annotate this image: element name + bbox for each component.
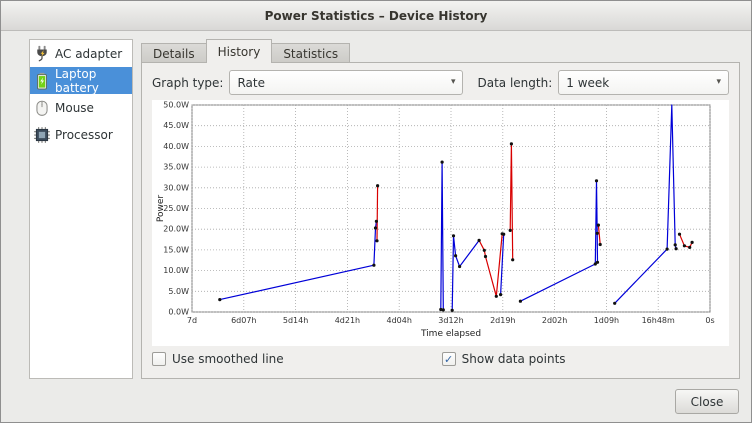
svg-text:10.0W: 10.0W — [163, 266, 189, 275]
svg-text:25.0W: 25.0W — [163, 204, 189, 213]
close-button[interactable]: Close — [675, 389, 739, 414]
svg-text:35.0W: 35.0W — [163, 163, 189, 172]
device-label: Mouse — [55, 101, 94, 115]
svg-text:5.0W: 5.0W — [168, 287, 189, 296]
data-length-value: 1 week — [566, 76, 609, 90]
use-smoothed-line-label: Use smoothed line — [172, 352, 284, 366]
sidebar-item-ac-adapter[interactable]: AC adapter — [30, 40, 132, 67]
checkbox-box[interactable] — [152, 352, 166, 366]
data-length-label: Data length: — [477, 76, 552, 90]
svg-text:2d19h: 2d19h — [490, 316, 515, 325]
graph-type-label: Graph type: — [152, 76, 223, 90]
chevron-down-icon: ▾ — [716, 78, 721, 87]
graph-type-value: Rate — [237, 76, 265, 90]
svg-text:Power: Power — [156, 195, 166, 223]
svg-text:6d07h: 6d07h — [231, 316, 256, 325]
tab-history[interactable]: History — [206, 39, 273, 63]
show-data-points-checkbox[interactable]: ✓ Show data points — [442, 352, 566, 366]
svg-text:3d12h: 3d12h — [438, 316, 463, 325]
chart-options: Use smoothed line ✓ Show data points — [152, 352, 729, 366]
show-data-points-label: Show data points — [462, 352, 566, 366]
sidebar-item-laptop-battery[interactable]: Laptop battery — [30, 67, 132, 94]
notebook: DetailsHistoryStatistics Graph type: Rat… — [141, 39, 740, 379]
svg-text:0.0W: 0.0W — [168, 308, 189, 317]
window-title: Power Statistics – Device History — [265, 9, 488, 23]
data-length-dropdown[interactable]: 1 week ▾ — [558, 70, 729, 95]
processor-icon — [33, 126, 51, 144]
svg-text:0s: 0s — [705, 316, 714, 325]
checkbox-box[interactable]: ✓ — [442, 352, 456, 366]
svg-text:20.0W: 20.0W — [163, 225, 189, 234]
graph-controls: Graph type: Rate ▾ Data length: 1 week ▾ — [152, 70, 729, 95]
svg-text:50.0W: 50.0W — [163, 101, 189, 110]
device-label: AC adapter — [55, 47, 122, 61]
svg-text:7d: 7d — [187, 316, 197, 325]
svg-text:15.0W: 15.0W — [163, 245, 189, 254]
history-chart: 7d 6d07h 5d14h 4d21h 4d04h 3d12h 2d19h 2d02h 1d0… — [152, 100, 729, 346]
svg-text:30.0W: 30.0W — [163, 183, 189, 192]
tab-bar: DetailsHistoryStatistics — [141, 39, 740, 63]
battery-icon — [33, 72, 51, 90]
device-label: Laptop battery — [55, 67, 129, 95]
device-label: Processor — [55, 128, 113, 142]
svg-text:16h48m: 16h48m — [642, 316, 675, 325]
chevron-down-icon: ▾ — [451, 78, 456, 87]
svg-text:4d04h: 4d04h — [386, 316, 411, 325]
svg-text:1d09h: 1d09h — [594, 316, 619, 325]
tab-details[interactable]: Details — [141, 43, 207, 63]
sidebar-item-processor[interactable]: Processor — [30, 121, 132, 148]
device-list: AC adapter Laptop battery Mouse Processor — [29, 39, 133, 379]
svg-text:40.0W: 40.0W — [163, 142, 189, 151]
action-area: Close — [1, 379, 751, 414]
use-smoothed-line-checkbox[interactable]: Use smoothed line — [152, 352, 284, 366]
mouse-icon — [33, 99, 51, 117]
power-statistics-window: Power Statistics – Device History AC ada… — [0, 0, 752, 423]
ac-adapter-icon — [33, 45, 51, 63]
svg-text:5d14h: 5d14h — [283, 316, 308, 325]
svg-text:45.0W: 45.0W — [163, 121, 189, 130]
history-tab-panel: Graph type: Rate ▾ Data length: 1 week ▾… — [141, 62, 740, 379]
svg-text:4d21h: 4d21h — [335, 316, 360, 325]
graph-type-dropdown[interactable]: Rate ▾ — [229, 70, 463, 95]
window-content: AC adapter Laptop battery Mouse Processor D… — [1, 31, 751, 379]
sidebar-item-mouse[interactable]: Mouse — [30, 94, 132, 121]
titlebar: Power Statistics – Device History — [1, 1, 751, 31]
svg-text:Time elapsed: Time elapsed — [420, 329, 481, 339]
svg-text:2d02h: 2d02h — [542, 316, 567, 325]
tab-statistics[interactable]: Statistics — [271, 43, 350, 63]
